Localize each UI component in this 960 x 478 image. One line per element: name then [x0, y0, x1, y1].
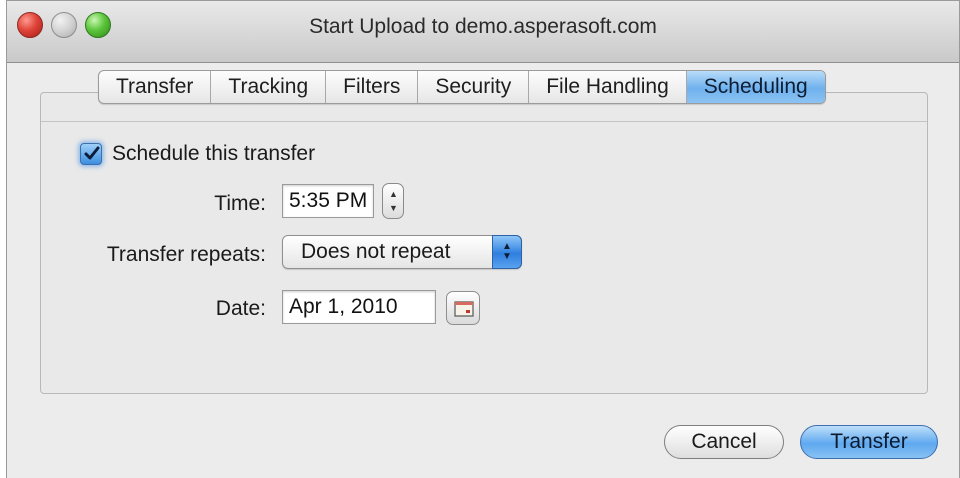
date-label: Date:	[215, 297, 266, 320]
checkmark-icon	[84, 146, 100, 160]
tab-scheduling[interactable]: Scheduling	[686, 71, 825, 103]
schedule-transfer-checkbox[interactable]	[80, 143, 102, 165]
tab-tracking[interactable]: Tracking	[211, 71, 327, 103]
schedule-transfer-label[interactable]: Schedule this transfer	[112, 142, 315, 166]
tab-bar: Transfer Tracking Filters Security File …	[98, 70, 826, 104]
window-title: Start Upload to demo.asperasoft.com	[309, 15, 657, 38]
transfer-repeats-popup[interactable]: Does not repeat ▲ ▼	[282, 235, 522, 269]
cancel-button[interactable]: Cancel	[664, 425, 784, 459]
transfer-repeats-label: Transfer repeats:	[106, 243, 266, 266]
title-bar[interactable]: Start Upload to demo.asperasoft.com	[7, 1, 959, 63]
popup-arrows-icon: ▲ ▼	[492, 235, 522, 269]
date-field[interactable]: Apr 1, 2010	[282, 290, 436, 324]
tab-transfer[interactable]: Transfer	[99, 71, 212, 103]
stepper-up-icon[interactable]: ▲	[389, 190, 398, 199]
transfer-repeats-value: Does not repeat	[301, 240, 451, 263]
time-stepper[interactable]: ▲ ▼	[382, 183, 404, 219]
time-field[interactable]: 5:35 PM	[282, 184, 374, 218]
tab-security[interactable]: Security	[418, 71, 530, 103]
transfer-button[interactable]: Transfer	[800, 425, 938, 459]
calendar-button[interactable]	[446, 291, 480, 325]
tab-file-handling[interactable]: File Handling	[529, 71, 687, 103]
time-label: Time:	[214, 192, 266, 215]
tab-filters[interactable]: Filters	[326, 71, 419, 103]
schedule-transfer-row: Schedule this transfer	[80, 142, 315, 166]
panel-divider	[41, 121, 927, 122]
calendar-icon	[454, 301, 474, 317]
stepper-down-icon[interactable]: ▼	[389, 204, 398, 213]
